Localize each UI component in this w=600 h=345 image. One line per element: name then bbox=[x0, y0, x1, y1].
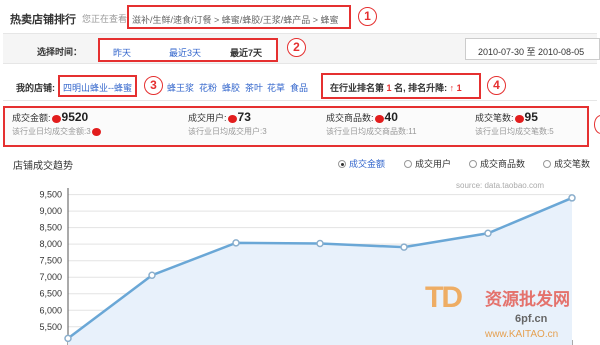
metric-radio-group: 成交金额 成交用户 成交商品数 成交笔数 bbox=[338, 157, 600, 171]
stat-label: 成交笔数: bbox=[475, 113, 514, 123]
redaction-mark bbox=[91, 127, 101, 136]
breadcrumb[interactable]: 滋补/生鲜/速食/订餐 > 蜂蜜/蜂胶/王浆/蜂产品 > 蜂蜜 bbox=[127, 5, 351, 29]
time-label: 选择时间： bbox=[37, 47, 83, 57]
stat-label: 成交商品数: bbox=[326, 113, 374, 123]
annotation-4: 4 bbox=[487, 76, 506, 95]
radio-orders[interactable]: 成交笔数 bbox=[543, 157, 590, 170]
data-point bbox=[316, 239, 324, 248]
stat-value: 95 bbox=[524, 110, 538, 124]
radio-dot[interactable] bbox=[404, 160, 412, 168]
radio-items[interactable]: 成交商品数 bbox=[469, 157, 525, 170]
y-tick-label: 8,000 bbox=[39, 239, 62, 249]
category-link[interactable]: 蜂王浆 bbox=[167, 81, 194, 94]
time-option-yesterday[interactable]: 昨天 bbox=[113, 46, 131, 59]
y-tick-label: 5,500 bbox=[39, 322, 62, 332]
watermark-url: 6pf.cn bbox=[515, 313, 548, 325]
shop-name-link[interactable]: 四明山蜂业--蜂蜜 bbox=[58, 75, 137, 97]
annotation-3: 3 bbox=[144, 76, 163, 95]
shop-category-bar: 我的店铺: 四明山蜂业--蜂蜜 蜂王浆 花粉 蜂胶 茶叶 花草 食品 3 在行业… bbox=[3, 70, 597, 101]
stat-label: 成交金额: bbox=[12, 113, 51, 123]
data-point bbox=[64, 334, 72, 343]
radio-dot[interactable] bbox=[469, 160, 477, 168]
y-tick-label: 9,500 bbox=[39, 190, 62, 200]
stat-label: 成交用户: bbox=[188, 113, 227, 123]
stat-sub: 该行业日均成交笔数:5 bbox=[475, 127, 554, 136]
header: 热卖店铺排行 您正在查看 滋补/生鲜/速食/订餐 > 蜂蜜/蜂胶/王浆/蜂产品 … bbox=[0, 0, 600, 33]
category-link[interactable]: 花粉 bbox=[199, 81, 217, 94]
y-tick-label: 6,000 bbox=[39, 305, 62, 315]
stats-panel: 成交金额: 9520 该行业日均成交金额:3 成交用户: 73 该行业日均成交用户:… bbox=[3, 106, 589, 147]
rank-info: 在行业排名第 1 名, 排名升降: ↑ 1 bbox=[321, 73, 481, 99]
radio-label: 成交金额 bbox=[349, 159, 386, 169]
category-link[interactable]: 蜂胶 bbox=[222, 81, 240, 94]
watermark-url: www.KAITAO.cn bbox=[485, 329, 559, 340]
redaction-mark bbox=[51, 114, 61, 123]
redaction-mark bbox=[374, 114, 384, 123]
watermark: TD 资源批发网 6pf.cn www.KAITAO.cn bbox=[425, 277, 600, 345]
data-point bbox=[400, 243, 408, 251]
rank-change: ↑ 1 bbox=[449, 83, 462, 93]
data-point bbox=[568, 194, 576, 202]
time-option-3days[interactable]: 最近3天 bbox=[169, 46, 201, 59]
radio-dot[interactable] bbox=[543, 160, 551, 168]
stat-users: 成交用户: 73 该行业日均成交用户:3 bbox=[188, 111, 267, 138]
stat-sub: 该行业日均成交金额:3 bbox=[12, 127, 91, 136]
annotation-1: 1 bbox=[358, 7, 377, 26]
shop-label: 我的店铺: bbox=[16, 83, 55, 93]
trend-title: 店铺成交趋势 bbox=[13, 161, 73, 172]
page-title: 热卖店铺排行 bbox=[10, 14, 76, 26]
stat-value: 40 bbox=[384, 110, 398, 124]
breadcrumb-text[interactable]: 滋补/生鲜/速食/订餐 > 蜂蜜/蜂胶/王浆/蜂产品 > 蜂蜜 bbox=[132, 15, 339, 25]
date-range[interactable]: 2010-07-30 至 2010-08-05 bbox=[465, 38, 600, 60]
rank-mid: 名, 排名升降: bbox=[394, 83, 448, 93]
annotation-2: 2 bbox=[287, 38, 306, 57]
radio-label: 成交用户 bbox=[415, 159, 452, 169]
stat-amount: 成交金额: 9520 该行业日均成交金额:3 bbox=[12, 111, 102, 138]
annotation-5-partial bbox=[594, 115, 600, 134]
stat-orders: 成交笔数: 95 该行业日均成交笔数:5 bbox=[475, 111, 554, 138]
category-link[interactable]: 茶叶 bbox=[245, 81, 263, 94]
time-option-7days[interactable]: 最近7天 bbox=[230, 46, 262, 59]
stat-value: 9520 bbox=[61, 110, 89, 124]
redaction-mark bbox=[514, 114, 524, 123]
radio-label: 成交笔数 bbox=[554, 159, 591, 169]
y-tick-label: 9,000 bbox=[39, 206, 62, 216]
breadcrumb-lead: 您正在查看 bbox=[82, 14, 128, 24]
stat-items: 成交商品数: 40 该行业日均成交商品数:11 bbox=[326, 111, 417, 138]
category-link[interactable]: 花草 bbox=[267, 81, 285, 94]
radio-label: 成交商品数 bbox=[480, 159, 526, 169]
y-tick-label: 7,500 bbox=[39, 256, 62, 266]
redaction-mark bbox=[227, 114, 237, 123]
radio-dot[interactable] bbox=[338, 160, 346, 168]
y-tick-label: 8,500 bbox=[39, 223, 62, 233]
watermark-logo: TD bbox=[425, 281, 463, 314]
stat-sub: 该行业日均成交用户:3 bbox=[188, 127, 267, 136]
rank-prefix: 在行业排名第 bbox=[330, 83, 385, 93]
rank-number: 1 bbox=[386, 83, 392, 93]
data-point bbox=[484, 229, 492, 238]
category-link[interactable]: 食品 bbox=[290, 81, 308, 94]
y-tick-label: 6,500 bbox=[39, 289, 62, 299]
radio-users[interactable]: 成交用户 bbox=[404, 157, 451, 170]
radio-amount[interactable]: 成交金额 bbox=[338, 157, 385, 170]
stat-sub: 该行业日均成交商品数:11 bbox=[326, 127, 417, 136]
stat-value: 73 bbox=[237, 110, 251, 124]
time-selector-bar: 选择时间： 昨天 最近3天 最近7天 2 2010-07-30 至 2010-0… bbox=[3, 33, 600, 64]
y-tick-label: 7,000 bbox=[39, 272, 62, 282]
data-point bbox=[232, 239, 240, 247]
watermark-text: 资源批发网 bbox=[485, 290, 570, 309]
data-point bbox=[148, 271, 156, 279]
time-options: 昨天 最近3天 最近7天 bbox=[98, 38, 278, 62]
